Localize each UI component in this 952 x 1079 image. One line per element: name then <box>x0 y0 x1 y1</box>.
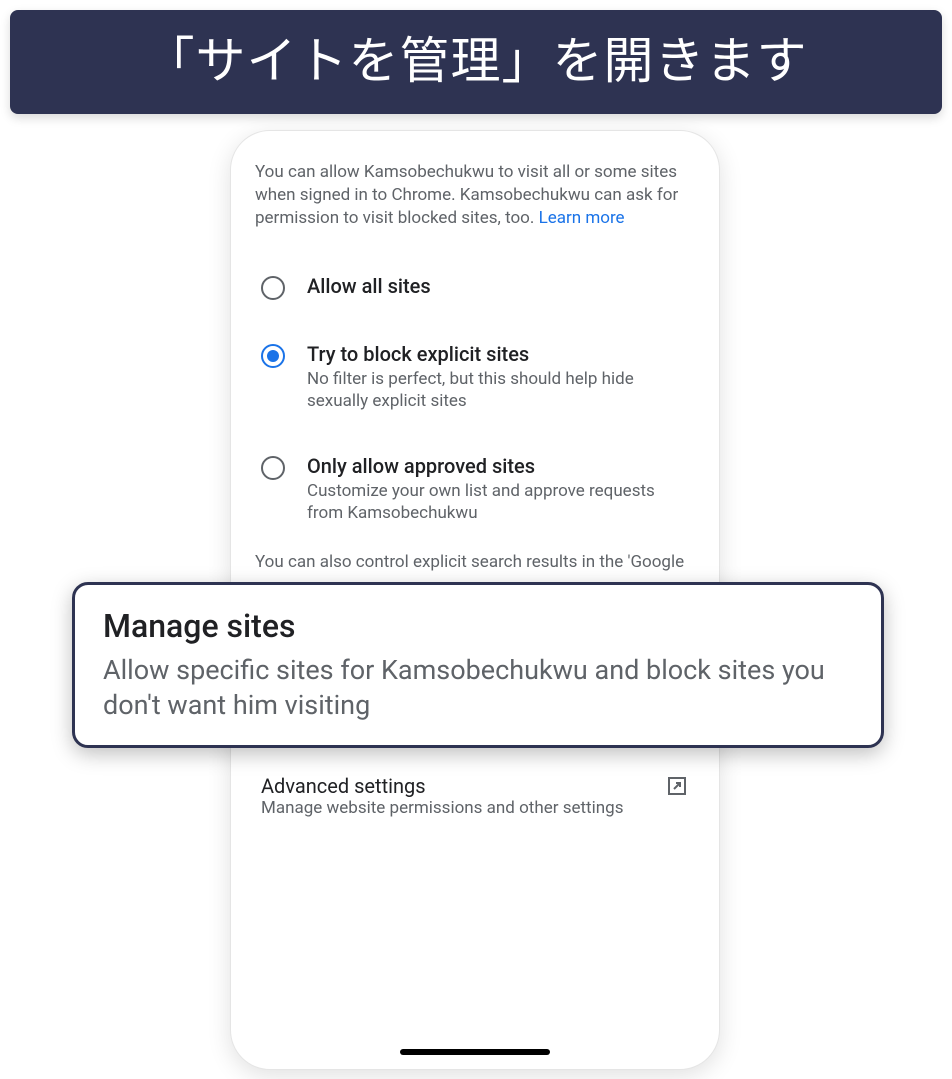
advanced-settings-desc: Manage website permissions and other set… <box>261 798 647 818</box>
advanced-settings-row[interactable]: Advanced settings Manage website permiss… <box>255 756 695 828</box>
open-external-icon <box>665 774 689 798</box>
instruction-banner-text: 「サイトを管理」を開きます <box>145 33 808 91</box>
home-indicator[interactable] <box>400 1049 550 1055</box>
radio-approved-only[interactable]: Only allow approved sites Customize your… <box>255 440 695 538</box>
advanced-settings-title: Advanced settings <box>261 774 647 798</box>
radio-icon <box>261 456 285 480</box>
radio-block-explicit[interactable]: Try to block explicit sites No filter is… <box>255 328 695 426</box>
instruction-banner: 「サイトを管理」を開きます <box>10 10 942 114</box>
radio-label-group: Try to block explicit sites No filter is… <box>307 342 689 412</box>
intro-text: You can allow Kamsobechukwu to visit all… <box>255 161 695 230</box>
radio-icon-selected <box>261 344 285 368</box>
radio-approved-only-desc: Customize your own list and approve requ… <box>307 480 689 524</box>
advanced-text: Advanced settings Manage website permiss… <box>261 774 647 818</box>
radio-approved-only-title: Only allow approved sites <box>307 454 689 478</box>
radio-allow-all[interactable]: Allow all sites <box>255 260 695 314</box>
manage-sites-callout-desc: Allow specific sites for Kamsobechukwu a… <box>103 653 853 723</box>
radio-dot-icon <box>267 350 279 362</box>
manage-sites-callout-title: Manage sites <box>103 607 853 645</box>
radio-block-explicit-desc: No filter is perfect, but this should he… <box>307 368 689 412</box>
radio-allow-all-title: Allow all sites <box>307 274 689 298</box>
control-results-text: You can also control explicit search res… <box>255 552 695 572</box>
radio-label-group: Only allow approved sites Customize your… <box>307 454 689 524</box>
radio-label-group: Allow all sites <box>307 274 689 298</box>
radio-block-explicit-title: Try to block explicit sites <box>307 342 689 366</box>
manage-sites-callout: Manage sites Allow specific sites for Ka… <box>72 582 884 748</box>
radio-icon <box>261 276 285 300</box>
learn-more-link[interactable]: Learn more <box>539 208 625 228</box>
